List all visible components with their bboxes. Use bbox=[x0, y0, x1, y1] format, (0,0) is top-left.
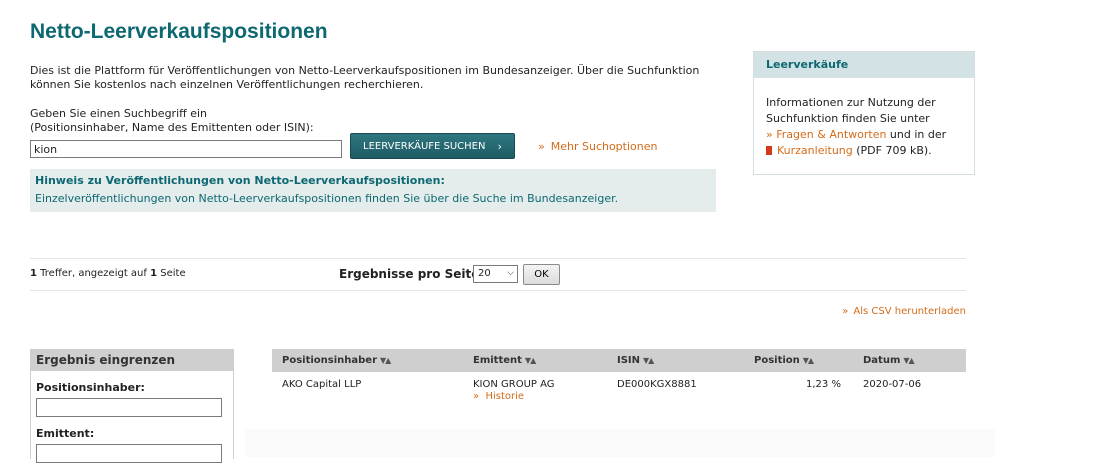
search-button[interactable]: LEERVERKÄUFE SUCHEN › bbox=[350, 133, 515, 159]
results-table: Positionsinhaber ▼▲ Emittent ▼▲ ISIN ▼▲ Pos… bbox=[272, 349, 966, 412]
sidebox-line: Suchfunktion finden Sie unter bbox=[766, 112, 930, 125]
search-prompt-line: Geben Sie einen Suchbegriff ein bbox=[30, 107, 207, 120]
sort-icon: ▼▲ bbox=[643, 356, 654, 365]
page-title: Netto-Leerverkaufspositionen bbox=[30, 20, 328, 43]
sidebox-title: Leerverkäufe bbox=[754, 52, 974, 78]
search-prompt: Geben Sie einen Suchbegriff ein (Positio… bbox=[30, 107, 314, 135]
sidebox-guide-line: Kurzanleitung (PDF 709 kB). bbox=[766, 143, 974, 159]
faq-link-label: Fragen & Antworten bbox=[776, 128, 887, 141]
sort-icon: ▼▲ bbox=[802, 356, 814, 365]
holder-filter-label: Positionsinhaber: bbox=[36, 381, 145, 394]
notice-title: Hinweis zu Veröffentlichungen von Netto-… bbox=[35, 174, 445, 187]
search-prompt-line: (Positionsinhaber, Name des Emittenten o… bbox=[30, 121, 314, 134]
filter-title: Ergebnis eingrenzen bbox=[31, 350, 233, 371]
search-button-label: LEERVERKÄUFE SUCHEN bbox=[363, 140, 486, 152]
hits-count: 1 bbox=[30, 268, 37, 279]
hits-info: 1 Treffer, angezeigt auf 1 Seite bbox=[30, 268, 186, 279]
column-header-issuer[interactable]: Emittent ▼▲ bbox=[473, 355, 536, 366]
intro-line: Dies ist die Plattform für Veröffentlich… bbox=[30, 64, 700, 77]
guide-link[interactable]: Kurzanleitung bbox=[777, 144, 853, 157]
column-header-position[interactable]: Position ▼▲ bbox=[754, 355, 814, 366]
hits-text: Treffer, angezeigt auf bbox=[36, 268, 151, 279]
csv-download-link[interactable]: » Als CSV herunterladen bbox=[842, 306, 966, 317]
per-page-select[interactable]: 20 ⌵ bbox=[473, 265, 518, 283]
more-search-options-label: Mehr Suchoptionen bbox=[550, 140, 658, 153]
chevron-down-icon: ⌵ bbox=[507, 268, 514, 278]
pdf-icon bbox=[766, 146, 772, 155]
intro-text: Dies ist die Plattform für Veröffentlich… bbox=[30, 64, 730, 92]
sort-icon: ▼▲ bbox=[903, 356, 914, 365]
chevron-right-icon: › bbox=[497, 140, 502, 153]
sidebox-body: Informationen zur Nutzung der Suchfunkti… bbox=[754, 78, 974, 159]
issuer-filter-label: Emittent: bbox=[36, 427, 95, 440]
info-sidebox: Leerverkäufe Informationen zur Nutzung d… bbox=[753, 51, 975, 175]
intro-line: können Sie kostenlos nach einzelnen Verö… bbox=[30, 78, 424, 91]
sidebox-line: Informationen zur Nutzung der bbox=[766, 96, 936, 109]
pages-text: Seite bbox=[157, 268, 186, 279]
cell-issuer: KION GROUP AG » Historie bbox=[473, 379, 555, 402]
table-footer-band bbox=[245, 429, 995, 457]
divider bbox=[30, 290, 966, 291]
notice-box: Hinweis zu Veröffentlichungen von Netto-… bbox=[30, 169, 716, 212]
cell-holder: AKO Capital LLP bbox=[282, 379, 362, 390]
faq-suffix: und in der bbox=[886, 128, 947, 141]
sidebox-faq-line: » Fragen & Antworten und in der bbox=[766, 127, 974, 143]
holder-filter-input[interactable] bbox=[36, 398, 222, 417]
sort-icon: ▼▲ bbox=[380, 356, 391, 365]
table-row: AKO Capital LLP KION GROUP AG » Historie… bbox=[272, 372, 966, 412]
divider bbox=[30, 258, 966, 259]
csv-download-label: Als CSV herunterladen bbox=[853, 306, 966, 317]
double-chevron-icon: » bbox=[842, 306, 849, 317]
per-page-value: 20 bbox=[478, 268, 491, 279]
history-link-label: Historie bbox=[485, 391, 525, 402]
cell-date: 2020-07-06 bbox=[863, 379, 922, 390]
search-input[interactable] bbox=[30, 140, 342, 158]
table-header: Positionsinhaber ▼▲ Emittent ▼▲ ISIN ▼▲ Pos… bbox=[272, 349, 966, 372]
notice-text: Einzelveröffentlichungen von Netto-Leerv… bbox=[35, 192, 619, 205]
guide-suffix: (PDF 709 kB). bbox=[852, 144, 932, 157]
column-header-date[interactable]: Datum ▼▲ bbox=[863, 355, 915, 366]
sort-icon: ▼▲ bbox=[524, 356, 536, 365]
column-header-holder[interactable]: Positionsinhaber ▼▲ bbox=[282, 355, 391, 366]
issuer-name: KION GROUP AG bbox=[473, 379, 555, 390]
ok-button[interactable]: OK bbox=[523, 264, 560, 285]
faq-link[interactable]: » Fragen & Antworten bbox=[766, 128, 886, 141]
cell-position: 1,23 % bbox=[806, 379, 841, 390]
double-chevron-icon: » bbox=[538, 140, 545, 153]
column-header-isin[interactable]: ISIN ▼▲ bbox=[617, 355, 654, 366]
issuer-filter-input[interactable] bbox=[36, 444, 222, 463]
cell-isin: DE000KGX8881 bbox=[617, 379, 697, 390]
per-page-label: Ergebnisse pro Seite: bbox=[339, 267, 485, 281]
more-search-options-link[interactable]: » Mehr Suchoptionen bbox=[538, 140, 657, 153]
history-link[interactable]: » Historie bbox=[473, 391, 555, 402]
filter-panel: Ergebnis eingrenzen Positionsinhaber: Em… bbox=[30, 349, 234, 463]
